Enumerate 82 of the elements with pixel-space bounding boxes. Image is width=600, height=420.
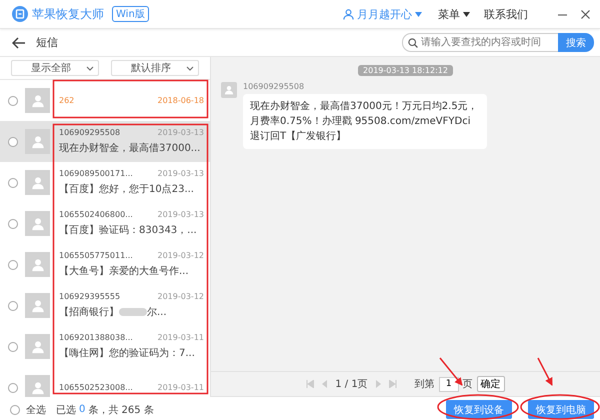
chevron-icon <box>86 66 94 70</box>
message-date: 2019-03-13 <box>158 210 204 219</box>
page-indicator: 1 / 1页 <box>335 378 368 391</box>
conversation-item[interactable]: 1065502523008... 2019-03-11 <box>0 367 210 397</box>
previous-page-icon[interactable] <box>322 380 328 388</box>
filter-dropdown[interactable]: 显示全部 <box>11 60 99 76</box>
avatar-icon <box>25 211 50 236</box>
avatar-icon <box>25 375 50 397</box>
message-date: 2019-03-13 <box>158 169 204 178</box>
contact-link[interactable]: 联系我们 <box>484 6 528 22</box>
radio-button[interactable] <box>8 260 18 270</box>
sender-number: 106909295508 <box>59 128 120 137</box>
chevron-icon <box>186 66 194 70</box>
radio-button[interactable] <box>8 300 18 310</box>
close-icon[interactable] <box>581 10 590 18</box>
radio-button[interactable] <box>8 136 18 146</box>
caret-icon <box>415 12 422 16</box>
message-preview: 【嗨住网】您的验证码为：7... <box>59 346 195 360</box>
avatar-icon <box>25 252 50 277</box>
goto-label: 到第 <box>414 378 435 391</box>
conversation-item[interactable]: 1069201388038... 2019-03-11 【嗨住网】您的验证码为：7... <box>0 326 210 367</box>
conversation-item[interactable]: 106929395555 2019-03-12 【招商银行】 尔... <box>0 285 210 326</box>
last-page-icon[interactable] <box>388 380 397 388</box>
edition-badge: Win版 <box>112 6 149 22</box>
select-all-radio[interactable] <box>10 404 20 414</box>
date-separator: 2019-03-13 18:12:12 <box>358 65 453 76</box>
app-logo-icon <box>12 6 28 22</box>
message-preview: 尔... <box>147 306 167 319</box>
avatar-icon <box>25 129 50 154</box>
sender-number: 1065502406800... <box>59 210 133 219</box>
selected-count: 0 <box>79 404 86 415</box>
menu-button[interactable]: 菜单 <box>438 6 470 22</box>
search-icon <box>408 38 418 48</box>
conversation-item[interactable]: 106909295508 2019-03-13 现在办财智金，最高借37000... <box>0 121 210 162</box>
message-date: 2019-03-12 <box>158 292 204 301</box>
radio-button[interactable] <box>8 342 18 352</box>
page-title: 短信 <box>36 35 58 50</box>
message-preview: 【招商银行】 <box>59 306 119 319</box>
message-preview: 【百度】您好，您于10点23... <box>59 182 194 196</box>
first-page-icon[interactable] <box>306 380 314 388</box>
conversation-item[interactable]: 1065502406800... 2019-03-13 【百度】验证码：830343，... <box>0 203 210 244</box>
sender-number: 1065505775011... <box>59 251 133 260</box>
conversation-item[interactable]: 1069089500171... 2019-03-13 【百度】您好，您于10点23... <box>0 162 210 203</box>
message-date: 2019-03-13 <box>158 128 204 137</box>
sender-number: 106929395555 <box>59 292 120 301</box>
avatar-icon <box>25 170 50 195</box>
app-name: 苹果恢复大师 <box>32 6 104 22</box>
radio-button[interactable] <box>8 96 18 106</box>
annotation-arrow <box>537 358 553 386</box>
sender-number: 1069089500171... <box>59 169 133 178</box>
page-number-field[interactable]: 1 <box>438 376 459 392</box>
avatar-icon <box>25 293 50 318</box>
sender-number: 1065502523008... <box>59 383 133 392</box>
message-date: 2019-03-11 <box>158 333 204 342</box>
message-preview: 【大鱼号】亲爱的大鱼号作... <box>59 264 189 278</box>
selection-label: 已选 <box>56 404 76 416</box>
sender-number: 1069201388038... <box>59 333 133 342</box>
sender-number: 106909295508 <box>243 82 306 91</box>
user-icon <box>343 8 354 20</box>
avatar-icon <box>25 334 50 359</box>
avatar-icon <box>25 88 50 113</box>
message-bubble: 现在办财智金，最高借37000元！万元日均2.5元，月费率0.75%！办理戳 95508.com/zmeVFYDci 退订回T【广发银行】 <box>243 94 487 149</box>
back-arrow-icon[interactable] <box>12 36 26 48</box>
message-date: 2018-06-18 <box>158 96 204 105</box>
page-unit: 页 <box>462 378 473 391</box>
avatar-icon <box>221 82 237 98</box>
total-count: 条，共 265 条 <box>88 404 154 416</box>
message-date: 2019-03-11 <box>158 383 204 392</box>
sender-number: 262 <box>59 96 74 105</box>
radio-button[interactable] <box>8 382 18 392</box>
radio-button[interactable] <box>8 178 18 188</box>
message-preview: 现在办财智金，最高借37000... <box>59 142 200 155</box>
next-page-icon[interactable] <box>376 380 381 388</box>
conversation-item[interactable]: 1065505775011... 2019-03-12 【大鱼号】亲爱的大鱼号作... <box>0 244 210 285</box>
confirm-button[interactable]: 确定 <box>476 376 505 392</box>
filter-dropdown[interactable]: 默认排序 <box>111 60 199 76</box>
message-preview: 【百度】验证码：830343，... <box>59 224 197 237</box>
message-date: 2019-03-12 <box>158 251 204 260</box>
select-all-label[interactable]: 全选 <box>26 402 46 416</box>
caret-icon <box>463 12 470 16</box>
annotation-arrow <box>439 358 463 386</box>
radio-button[interactable] <box>8 218 18 228</box>
